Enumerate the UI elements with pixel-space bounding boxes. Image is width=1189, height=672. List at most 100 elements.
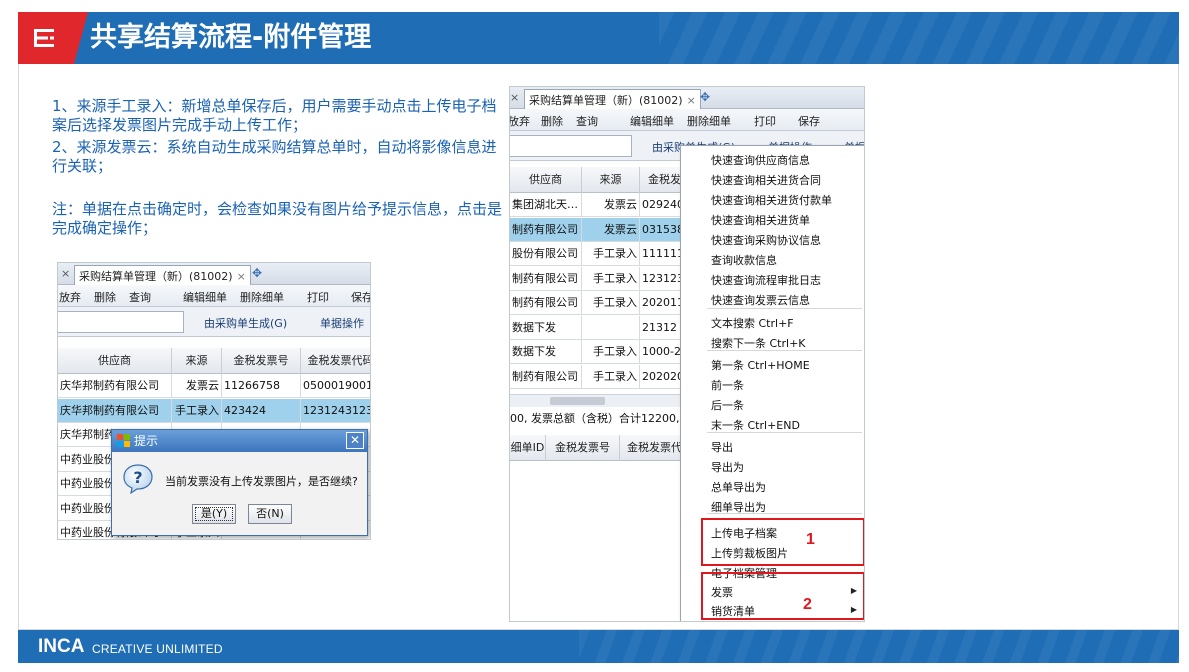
table-cell: 手工录入 (582, 340, 640, 364)
windows-flag-icon (117, 434, 130, 447)
slide: 共享结算流程-附件管理 1、来源手工录入：新增总单保存后，用户需要手动点击上传电… (0, 0, 1189, 672)
logo-badge (18, 12, 88, 64)
table-cell: 手工录入 (582, 364, 640, 389)
no-button[interactable]: 否(N) (248, 504, 292, 524)
menu-item[interactable]: 文本搜索 Ctrl+F (711, 315, 794, 331)
menu-item[interactable]: 快速查询相关进货付款单 (711, 192, 832, 208)
tab-settlement-management[interactable]: 采购结算单管理（新）(81002) × (74, 265, 251, 285)
grid-header: 供应商 来源 金税发票号 金税发票代码 (58, 348, 370, 374)
menu-separator (707, 513, 862, 514)
yes-button[interactable]: 是(Y) (192, 504, 236, 524)
dialog-close-button[interactable]: ✕ (346, 432, 364, 449)
filter-input[interactable] (58, 311, 184, 333)
table-cell: 制药有限公司 (510, 266, 582, 291)
tab-strip: × 采购结算单管理（新）(81002) × ✥ (58, 263, 370, 285)
toolbar: 放弃 删除 查询 编辑细单 删除细单 打印 保存 (58, 285, 370, 307)
delete-detail-button[interactable]: 删除细单 (687, 113, 731, 129)
menu-item[interactable]: 末一条 Ctrl+END (711, 417, 800, 433)
confirm-dialog: 提示 ✕ ? 当前发票没有上传发票图片，是否继续? 是(Y) 否(N) (111, 429, 368, 536)
table-cell: 手工录入 (582, 242, 640, 266)
print-button[interactable]: 打印 (307, 289, 329, 305)
table-cell: 数据下发 (510, 315, 582, 340)
table-cell: 发票云 (582, 193, 640, 217)
table-cell (582, 315, 640, 340)
query-button[interactable]: 查询 (129, 289, 151, 305)
table-cell: 发票云 (172, 374, 222, 398)
table-cell: 发票云 (582, 217, 640, 242)
logo-icon (34, 29, 54, 47)
menu-item[interactable]: 快速查询发票云信息 (711, 292, 810, 308)
column-header-source[interactable]: 来源 (172, 348, 222, 374)
menu-item[interactable]: 搜索下一条 Ctrl+K (711, 335, 806, 351)
detail-grid-header: 细单ID 金税发票号 金税发票代 (510, 435, 690, 461)
tab-close-icon[interactable]: × (510, 91, 519, 104)
footer-brand: INCA (38, 636, 85, 657)
menu-item[interactable]: 导出 (711, 439, 733, 455)
table-cell: 庆华邦制药有限公司 (58, 374, 172, 398)
abandon-button[interactable]: 放弃 (510, 113, 530, 129)
svg-text:?: ? (133, 468, 142, 487)
add-tab-icon[interactable]: ✥ (252, 266, 262, 280)
delete-button[interactable]: 删除 (541, 113, 563, 129)
filter-input[interactable] (510, 135, 632, 157)
document-ops-button[interactable]: 单据操作 (320, 315, 364, 331)
header-decoration (659, 12, 1179, 64)
column-header-source[interactable]: 来源 (582, 167, 640, 193)
highlight-box-invoice (701, 572, 864, 620)
delete-detail-button[interactable]: 删除细单 (240, 289, 284, 305)
tab-close-icon[interactable]: × (61, 267, 70, 280)
callout-number-2: 2 (803, 596, 812, 613)
column-header-supplier[interactable]: 供应商 (58, 348, 172, 374)
menu-separator (707, 432, 862, 433)
highlight-box-upload (701, 518, 864, 566)
close-icon[interactable]: × (237, 270, 246, 283)
column-header-invoice-no[interactable]: 金税发票号 (222, 348, 301, 374)
menu-item[interactable]: 快速查询供应商信息 (711, 152, 810, 168)
edit-detail-button[interactable]: 编辑细单 (630, 113, 674, 129)
summary-status: 00, 发票总额（含税）合计12200, 发票 (510, 409, 680, 429)
table-cell: 1231243123 (301, 399, 370, 423)
add-tab-icon[interactable]: ✥ (700, 90, 710, 104)
table-cell: 数据下发 (510, 340, 582, 364)
menu-item[interactable]: 前一条 (711, 377, 744, 393)
menu-item[interactable]: 第一条 Ctrl+HOME (711, 357, 810, 373)
menu-item[interactable]: 总单导出为 (711, 479, 766, 495)
menu-item[interactable]: 查询收款信息 (711, 252, 777, 268)
print-button[interactable]: 打印 (754, 113, 776, 129)
close-icon[interactable]: × (687, 94, 696, 107)
table-cell: 股份有限公司 (510, 242, 582, 266)
menu-item[interactable]: 快速查询流程审批日志 (711, 272, 821, 288)
footer-decoration (579, 630, 1179, 663)
footer-tagline: CREATIVE UNLIMITED (92, 642, 223, 656)
description-note: 注：单据在点击确定时，会检查如果没有图片给予提示信息，点击是完成确定操作； (52, 200, 503, 237)
column-header-invoice-code[interactable]: 金税发票代码 (301, 348, 371, 374)
column-header-detail-id[interactable]: 细单ID (510, 435, 546, 461)
column-header-detail-invoice-no[interactable]: 金税发票号 (546, 435, 620, 461)
slide-title: 共享结算流程-附件管理 (90, 22, 372, 53)
tab-label: 采购结算单管理（新）(81002) (79, 270, 233, 283)
menu-item[interactable]: 快速查询采购协议信息 (711, 232, 821, 248)
edit-detail-button[interactable]: 编辑细单 (183, 289, 227, 305)
column-header-supplier[interactable]: 供应商 (510, 167, 582, 193)
scrollbar-thumb[interactable] (550, 397, 605, 405)
dialog-title: 提示 (134, 434, 159, 448)
generate-from-po-button[interactable]: 由采购单生成(G) (204, 315, 287, 331)
table-cell: 制药有限公司 (510, 364, 582, 389)
tab-settlement-management[interactable]: 采购结算单管理（新）(81002) × (524, 89, 701, 109)
action-bar: 由采购单生成(G) 单据操作 (58, 307, 370, 337)
delete-button[interactable]: 删除 (94, 289, 116, 305)
menu-item[interactable]: 导出为 (711, 459, 744, 475)
query-button[interactable]: 查询 (576, 113, 598, 129)
table-cell: 手工录入 (172, 398, 222, 423)
toolbar: 放弃 删除 查询 编辑细单 删除细单 打印 保存 (510, 109, 864, 131)
menu-item[interactable]: 后一条 (711, 397, 744, 413)
table-row[interactable]: 庆华邦制药有限公司 手工录入 423424 1231243123 (58, 398, 370, 423)
dialog-title-bar: 提示 (112, 430, 367, 452)
menu-item[interactable]: 快速查询相关进货合同 (711, 172, 821, 188)
abandon-button[interactable]: 放弃 (59, 289, 81, 305)
table-row[interactable]: 庆华邦制药有限公司发票云11266758050001900105 (58, 374, 370, 398)
horizontal-scrollbar[interactable] (510, 394, 680, 407)
menu-item[interactable]: 快速查询相关进货单 (711, 212, 810, 228)
save-button[interactable]: 保存 (351, 289, 370, 305)
save-button[interactable]: 保存 (798, 113, 820, 129)
